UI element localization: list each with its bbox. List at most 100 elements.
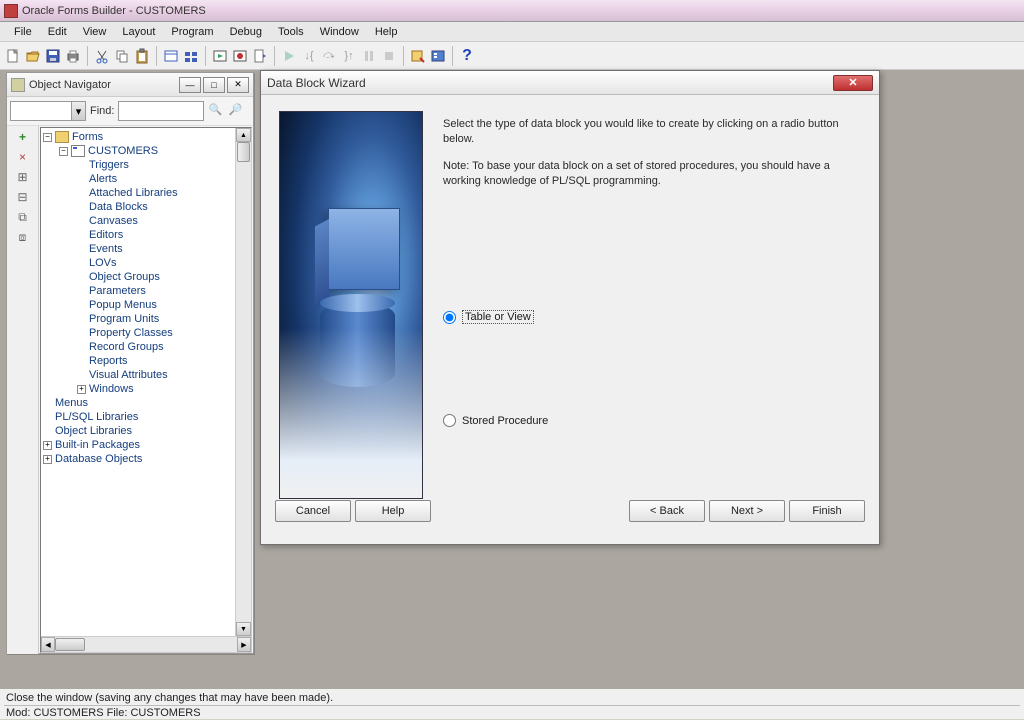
scroll-right-icon[interactable]: ▶	[237, 637, 251, 652]
block-wizard-icon[interactable]	[182, 47, 200, 65]
menu-debug[interactable]: Debug	[222, 24, 270, 40]
menu-view[interactable]: View	[75, 24, 115, 40]
chevron-down-icon[interactable]: ▾	[71, 102, 85, 120]
paste-icon[interactable]	[133, 47, 151, 65]
tree-node-plsql[interactable]: PL/SQL Libraries	[41, 410, 251, 424]
open-icon[interactable]	[24, 47, 42, 65]
radio-input[interactable]	[443, 414, 456, 427]
navigator-titlebar[interactable]: Object Navigator — □ ✕	[7, 73, 253, 97]
collapse-all-icon[interactable]: ⧈	[16, 230, 30, 244]
tree-node-forms[interactable]: − Forms	[41, 130, 251, 144]
tree-node-child[interactable]: Alerts	[41, 172, 251, 186]
finish-button[interactable]: Finish	[789, 500, 865, 522]
menu-window[interactable]: Window	[312, 24, 367, 40]
collapse-icon[interactable]: ⊟	[16, 190, 30, 204]
create-icon[interactable]: +	[16, 130, 30, 144]
expand-toggle-icon[interactable]: +	[77, 385, 86, 394]
menu-tools[interactable]: Tools	[270, 24, 312, 40]
tree-node-child[interactable]: Attached Libraries	[41, 186, 251, 200]
find-input[interactable]	[118, 101, 204, 121]
print-icon[interactable]	[64, 47, 82, 65]
step-out-icon[interactable]: }↑	[340, 47, 358, 65]
expand-icon[interactable]: ⊞	[16, 170, 30, 184]
back-button[interactable]: < Back	[629, 500, 705, 522]
copy-icon[interactable]	[113, 47, 131, 65]
tree-node-child[interactable]: Reports	[41, 354, 251, 368]
expand-toggle-icon[interactable]: +	[43, 455, 52, 464]
play-icon[interactable]	[280, 47, 298, 65]
run-debug-icon[interactable]	[231, 47, 249, 65]
find-next-icon[interactable]: 🔎	[228, 103, 244, 119]
expand-all-icon[interactable]: ⧉	[16, 210, 30, 224]
menu-layout[interactable]: Layout	[114, 24, 163, 40]
tree-node-child[interactable]: Events	[41, 242, 251, 256]
tree-label: Data Blocks	[89, 201, 148, 213]
data-block-wizard-dialog: Data Block Wizard ✕ Select the type of d…	[260, 70, 880, 545]
new-icon[interactable]	[4, 47, 22, 65]
tree-node-child[interactable]: Object Groups	[41, 270, 251, 284]
save-icon[interactable]	[44, 47, 62, 65]
navigator-combo[interactable]: ▾	[10, 101, 86, 121]
help-button[interactable]: Help	[355, 500, 431, 522]
expand-toggle-icon[interactable]: +	[43, 441, 52, 450]
find-prev-icon[interactable]: 🔍	[208, 103, 224, 119]
tool-a-icon[interactable]	[409, 47, 427, 65]
radio-table-or-view[interactable]: Table or View	[443, 310, 853, 324]
tree-node-child[interactable]: Popup Menus	[41, 298, 251, 312]
tool-b-icon[interactable]	[429, 47, 447, 65]
tree-node-child[interactable]: Data Blocks	[41, 200, 251, 214]
tree-node-child[interactable]: Visual Attributes	[41, 368, 251, 382]
help-icon[interactable]: ?	[458, 47, 476, 65]
close-button[interactable]: ✕	[833, 75, 873, 91]
tree-node-customers[interactable]: −CUSTOMERS	[41, 144, 251, 158]
wizard-titlebar[interactable]: Data Block Wizard ✕	[261, 71, 879, 95]
vertical-scrollbar[interactable]: ▲ ▼	[235, 128, 251, 636]
tree-node-windows[interactable]: +Windows	[41, 382, 251, 396]
tree-node-objlib[interactable]: Object Libraries	[41, 424, 251, 438]
delete-icon[interactable]: ×	[16, 150, 30, 164]
next-button[interactable]: Next >	[709, 500, 785, 522]
tree-node-dbobj[interactable]: +Database Objects	[41, 452, 251, 466]
tree-label: Forms	[72, 131, 103, 143]
tree-node-menus[interactable]: Menus	[41, 396, 251, 410]
collapse-toggle-icon[interactable]: −	[59, 147, 68, 156]
pause-icon[interactable]	[360, 47, 378, 65]
radio-input[interactable]	[443, 311, 456, 324]
horizontal-scrollbar[interactable]: ◀ ▶	[41, 636, 251, 652]
tree-node-child[interactable]: Program Units	[41, 312, 251, 326]
scroll-thumb[interactable]	[237, 142, 250, 162]
tree-node-child[interactable]: Canvases	[41, 214, 251, 228]
tree-node-child[interactable]: Triggers	[41, 158, 251, 172]
compile-icon[interactable]	[251, 47, 269, 65]
object-navigator-window: Object Navigator — □ ✕ ▾ Find: 🔍 🔎 + × ⊞…	[6, 72, 254, 654]
menu-edit[interactable]: Edit	[40, 24, 75, 40]
minimize-button[interactable]: —	[179, 77, 201, 93]
menu-program[interactable]: Program	[163, 24, 221, 40]
cut-icon[interactable]	[93, 47, 111, 65]
step-over-icon[interactable]: ⤼	[320, 47, 338, 65]
menu-file[interactable]: File	[6, 24, 40, 40]
collapse-toggle-icon[interactable]: −	[43, 133, 52, 142]
status-hint: Close the window (saving any changes tha…	[4, 691, 1020, 705]
run-form-icon[interactable]	[211, 47, 229, 65]
step-into-icon[interactable]: ↓{	[300, 47, 318, 65]
tree-node-child[interactable]: Editors	[41, 228, 251, 242]
tree-label: Program Units	[89, 313, 159, 325]
scroll-thumb[interactable]	[55, 638, 85, 651]
maximize-button[interactable]: □	[203, 77, 225, 93]
stop-icon[interactable]	[380, 47, 398, 65]
tree-node-child[interactable]: Parameters	[41, 284, 251, 298]
scroll-up-icon[interactable]: ▲	[236, 128, 251, 142]
tree-node-builtin[interactable]: +Built-in Packages	[41, 438, 251, 452]
scroll-down-icon[interactable]: ▼	[236, 622, 251, 636]
tree-node-child[interactable]: Property Classes	[41, 326, 251, 340]
tree-node-child[interactable]: LOVs	[41, 256, 251, 270]
tree-view[interactable]: −Forms −CUSTOMERS TriggersAlertsAttached…	[40, 127, 252, 653]
scroll-left-icon[interactable]: ◀	[41, 637, 55, 652]
radio-stored-procedure[interactable]: Stored Procedure	[443, 414, 853, 427]
close-button[interactable]: ✕	[227, 77, 249, 93]
layout-wizard-icon[interactable]	[162, 47, 180, 65]
cancel-button[interactable]: Cancel	[275, 500, 351, 522]
menu-help[interactable]: Help	[367, 24, 406, 40]
tree-node-child[interactable]: Record Groups	[41, 340, 251, 354]
